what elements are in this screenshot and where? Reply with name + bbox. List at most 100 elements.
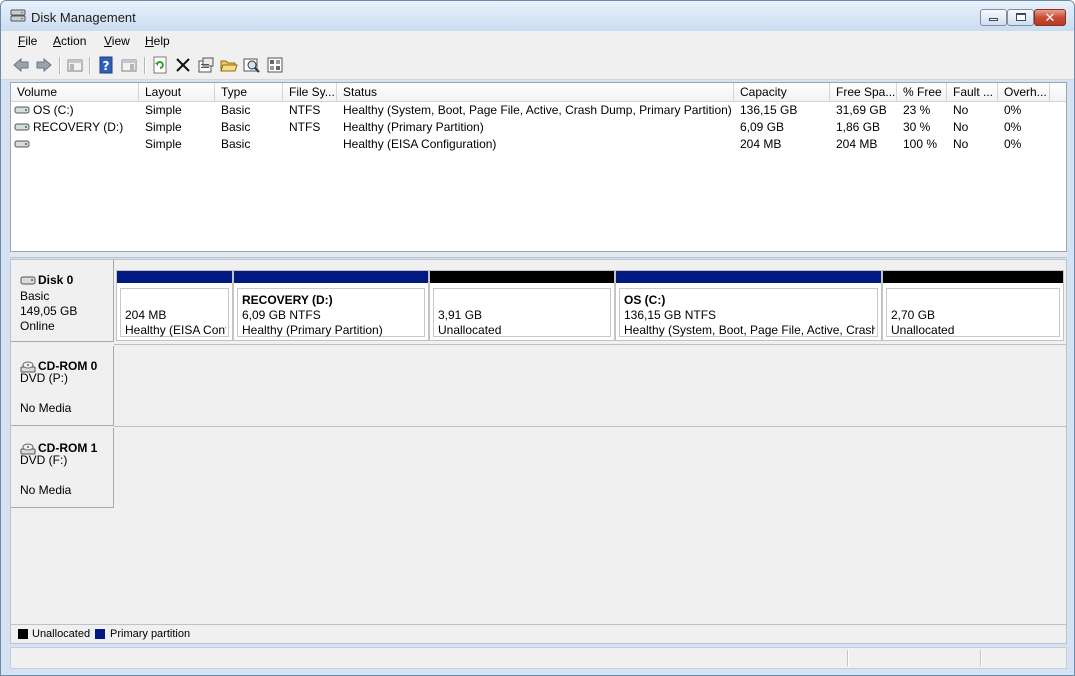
column-header-file-system[interactable]: File Sy... <box>283 83 337 101</box>
menu-action-accel: A <box>53 34 62 48</box>
percent-free-cell: 100 % <box>903 137 938 151</box>
partition-body: 204 MB Healthy (EISA Configuration) <box>120 288 229 337</box>
volume-row[interactable]: Simple Basic Healthy (EISA Configuration… <box>11 136 1066 153</box>
properties-icon[interactable] <box>197 56 215 74</box>
back-arrow-icon[interactable] <box>12 56 30 74</box>
type-cell: Basic <box>221 137 251 151</box>
primary-partition-swatch <box>95 629 105 639</box>
volume-name: RECOVERY (D:) <box>33 120 124 134</box>
partition-body: OS (C:) 136,15 GB NTFS Healthy (System, … <box>619 288 878 337</box>
volume-name: OS (C:) <box>33 103 74 117</box>
fault-tolerance-cell: No <box>953 120 969 134</box>
partition-size: 3,91 GB <box>438 308 483 322</box>
status-bar <box>10 647 1067 669</box>
volume-row[interactable]: OS (C:) Simple Basic NTFS Healthy (Syste… <box>11 102 1066 119</box>
partition-status: Unallocated <box>891 323 955 337</box>
drive-icon <box>14 123 30 131</box>
drive-icon <box>14 106 30 114</box>
unallocated-swatch <box>18 629 28 639</box>
layout-cell: Simple <box>145 120 182 134</box>
free-space-cell: 31,69 GB <box>836 103 887 117</box>
partition-os[interactable]: OS (C:) 136,15 GB NTFS Healthy (System, … <box>615 270 882 341</box>
menu-view[interactable]: View <box>104 34 130 48</box>
volume-name-cell: RECOVERY (D:) <box>11 119 139 136</box>
layout-cell: Simple <box>145 103 182 117</box>
type-cell: Basic <box>221 103 251 117</box>
partition-eisa[interactable]: 204 MB Healthy (EISA Configuration) <box>116 270 233 341</box>
free-space-cell: 1,86 GB <box>836 120 881 134</box>
status-cell: Healthy (System, Boot, Page File, Active… <box>343 103 732 117</box>
overhead-cell: 0% <box>1004 120 1022 134</box>
partition-unallocated-2[interactable]: 2,70 GB Unallocated <box>882 270 1064 341</box>
column-header-volume[interactable]: Volume <box>11 83 139 101</box>
column-header-layout[interactable]: Layout <box>139 83 215 101</box>
partition-body: RECOVERY (D:) 6,09 GB NTFS Healthy (Prim… <box>237 288 425 337</box>
partition-body: 3,91 GB Unallocated <box>433 288 611 337</box>
close-button[interactable]: ✕ <box>1034 9 1066 26</box>
cdrom-1-label[interactable]: CD-ROM 1 DVD (F:) No Media <box>11 428 114 508</box>
drive-icon <box>14 140 30 148</box>
toolbar: ? <box>1 52 1074 80</box>
menu-action-label: ction <box>61 34 87 48</box>
disk-row-separator <box>114 426 1066 427</box>
percent-free-cell: 30 % <box>903 120 931 134</box>
column-header-free-space[interactable]: Free Spa... <box>830 83 897 101</box>
minimize-button[interactable] <box>980 9 1007 26</box>
column-header-percent-free[interactable]: % Free <box>897 83 947 101</box>
status-bar-separator <box>847 650 849 666</box>
menu-help[interactable]: Help <box>145 34 170 48</box>
partition-unallocated-1[interactable]: 3,91 GB Unallocated <box>429 270 615 341</box>
open-icon[interactable] <box>220 56 238 74</box>
percent-free-cell: 23 % <box>903 103 931 117</box>
partition-status: Healthy (Primary Partition) <box>242 323 383 337</box>
pane-splitter[interactable] <box>10 252 1067 258</box>
cdrom-0-media: No Media <box>20 401 72 415</box>
show-hide-action-pane-icon[interactable] <box>120 56 138 74</box>
file-system-cell <box>283 136 337 153</box>
status-bar-separator <box>980 650 982 666</box>
forward-arrow-icon[interactable] <box>35 56 53 74</box>
toolbar-separator <box>59 57 61 74</box>
capacity-cell: 6,09 GB <box>740 120 785 134</box>
refresh-icon[interactable] <box>151 56 169 74</box>
column-header-type[interactable]: Type <box>215 83 283 101</box>
file-system-cell: NTFS <box>289 103 321 117</box>
menu-action[interactable]: Action <box>53 34 86 48</box>
disk-row-separator <box>114 344 1066 345</box>
menu-bar: File Action View Help <box>1 31 1074 52</box>
toolbar-separator <box>89 57 91 74</box>
layout-cell: Simple <box>145 137 182 151</box>
partition-size: 2,70 GB <box>891 308 936 322</box>
delete-icon[interactable] <box>174 56 192 74</box>
cdrom-1-media: No Media <box>20 483 72 497</box>
partition-title: RECOVERY (D:) <box>242 293 333 307</box>
volume-row[interactable]: RECOVERY (D:) Simple Basic NTFS Healthy … <box>11 119 1066 136</box>
legend: Unallocated Primary partition <box>10 624 1067 644</box>
partition-recovery[interactable]: RECOVERY (D:) 6,09 GB NTFS Healthy (Prim… <box>233 270 429 341</box>
cdrom-0-label[interactable]: CD-ROM 0 DVD (P:) No Media <box>11 346 114 426</box>
window-title: Disk Management <box>31 10 136 25</box>
partition-body: 2,70 GB Unallocated <box>886 288 1060 337</box>
column-header-status[interactable]: Status <box>337 83 734 101</box>
free-space-cell: 204 MB <box>836 137 878 151</box>
disk-0-name: Disk 0 <box>20 273 73 287</box>
column-header-fault-tolerance[interactable]: Fault ... <box>947 83 998 101</box>
disk-list-icon[interactable] <box>266 56 284 74</box>
volume-name-cell <box>11 136 139 153</box>
show-hide-console-tree-icon[interactable] <box>66 56 84 74</box>
overhead-cell: 0% <box>1004 137 1022 151</box>
column-header-overhead[interactable]: Overh... <box>998 83 1050 101</box>
menu-file[interactable]: File <box>18 34 37 48</box>
column-header-capacity[interactable]: Capacity <box>734 83 830 101</box>
help-icon[interactable]: ? <box>97 56 115 74</box>
rescan-disks-icon[interactable] <box>243 56 261 74</box>
toolbar-separator <box>144 57 146 74</box>
volume-list: Volume Layout Type File Sy... Status Cap… <box>10 82 1067 252</box>
disk-0-label[interactable]: Disk 0 Basic 149,05 GB Online <box>11 260 114 342</box>
primary-partition-bar <box>117 271 232 283</box>
volume-name-cell: OS (C:) <box>11 102 139 119</box>
volume-list-header: Volume Layout Type File Sy... Status Cap… <box>11 83 1066 102</box>
unallocated-bar <box>430 271 614 283</box>
menu-view-accel: V <box>104 34 112 48</box>
maximize-button[interactable] <box>1007 9 1034 26</box>
